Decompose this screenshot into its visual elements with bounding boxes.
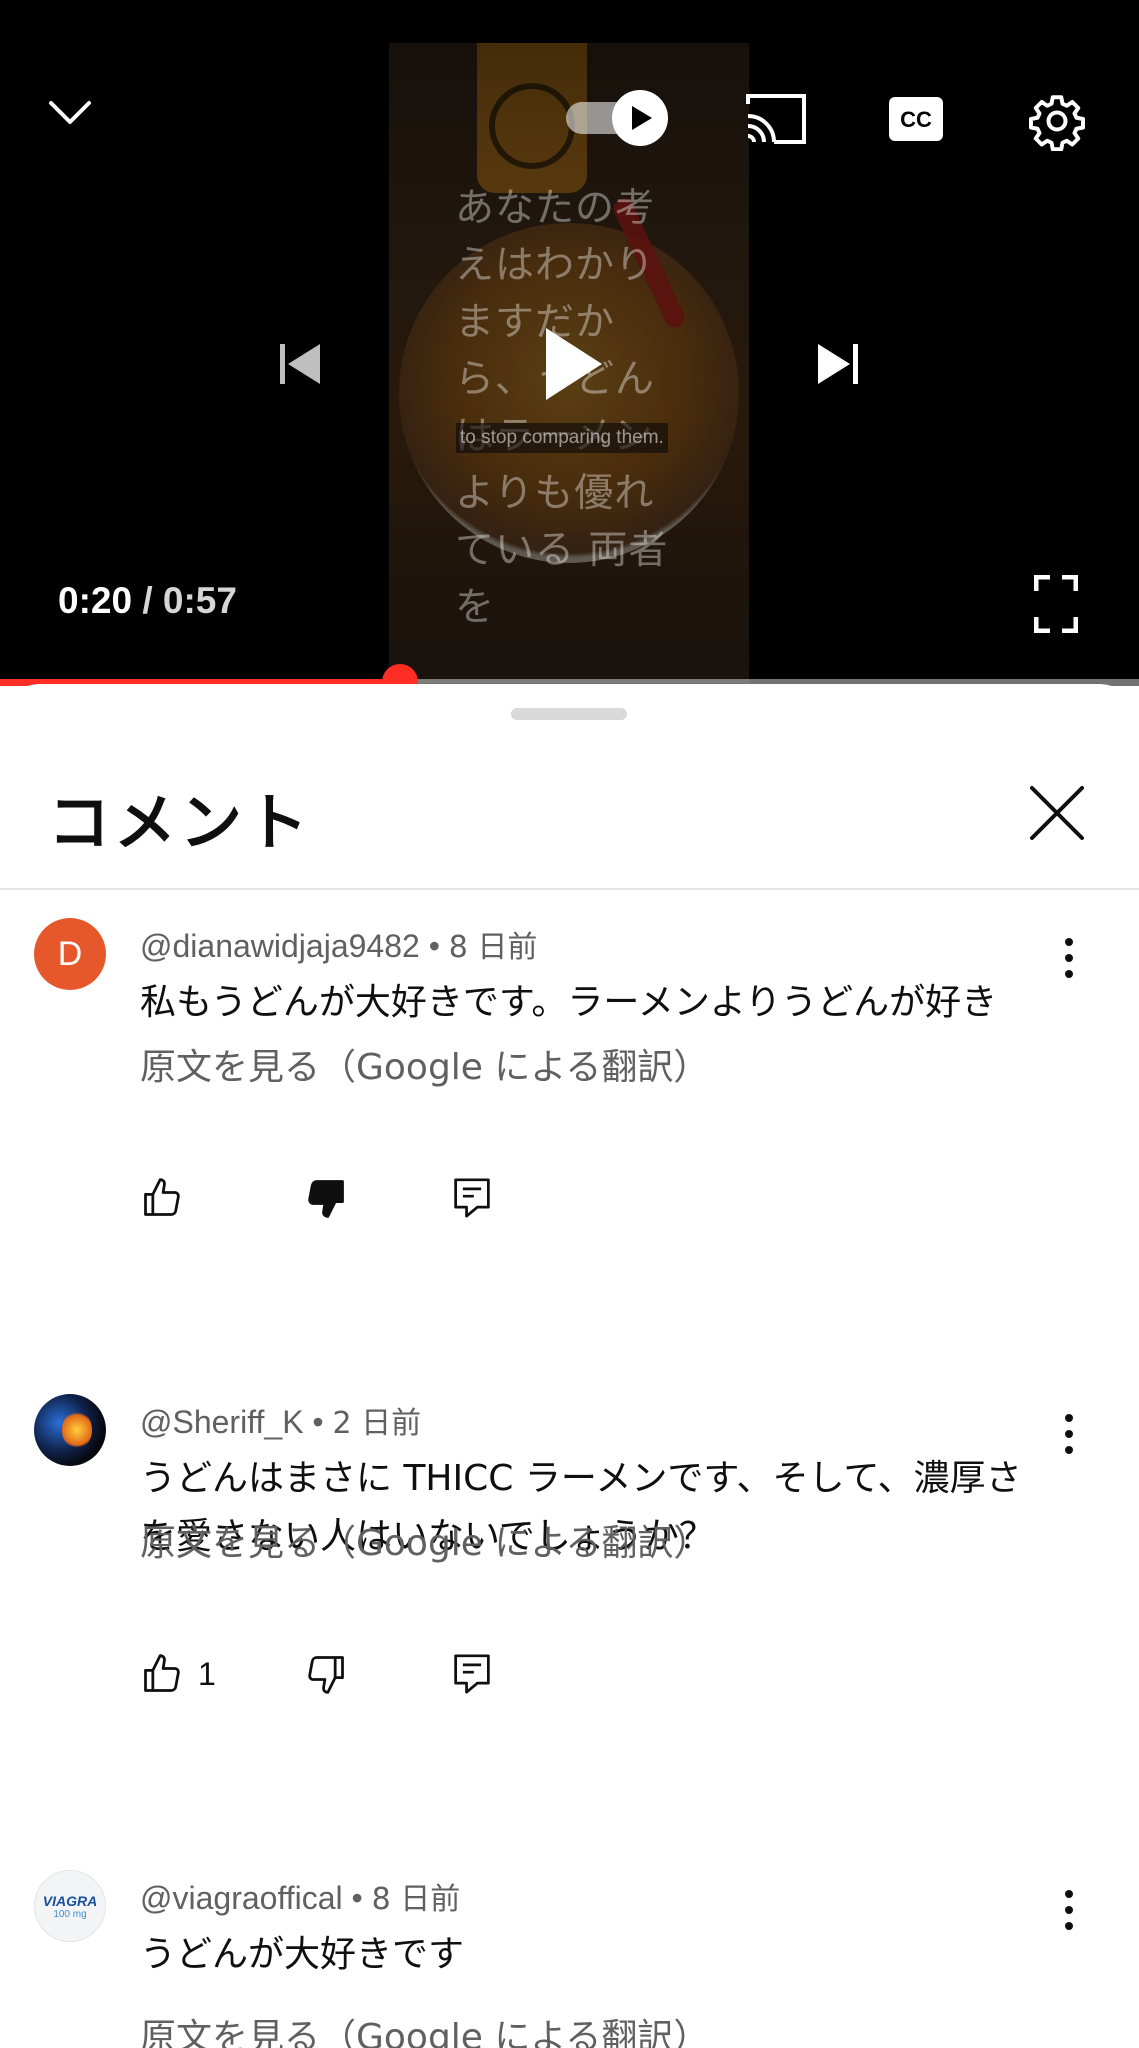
like-button[interactable]: 1 bbox=[140, 1650, 216, 1698]
meta-separator: • bbox=[428, 928, 440, 964]
previous-video-icon[interactable] bbox=[270, 334, 330, 394]
minimize-chevron-down-icon[interactable] bbox=[40, 88, 100, 138]
like-button[interactable] bbox=[140, 1174, 198, 1222]
dislike-button[interactable] bbox=[304, 1650, 348, 1698]
current-time: 0:20 bbox=[58, 580, 133, 621]
svg-text:CC: CC bbox=[900, 107, 932, 132]
comment-author[interactable]: @Sheriff_K bbox=[140, 1404, 304, 1440]
comments-sheet: コメント D @dianawidjaja9482 • 8 日前 私もうどんが大好… bbox=[0, 684, 1139, 2048]
closed-captions-icon[interactable]: CC bbox=[886, 94, 946, 144]
next-video-icon[interactable] bbox=[808, 334, 868, 394]
see-original-link[interactable]: 原文を見る（Google による翻訳） bbox=[140, 1038, 709, 1090]
video-player[interactable]: あなたの考えはわかりますだから、うどんはラーメンよりも優れている 両者を to … bbox=[0, 0, 1139, 686]
see-original-link[interactable]: 原文を見る（Google による翻訳） bbox=[140, 1514, 709, 1566]
avatar[interactable] bbox=[34, 1394, 106, 1466]
dislike-button[interactable] bbox=[304, 1174, 348, 1222]
fullscreen-icon[interactable] bbox=[1030, 572, 1082, 636]
avatar-brand-text: VIAGRA bbox=[42, 1892, 98, 1909]
reply-button[interactable] bbox=[452, 1650, 492, 1698]
autoplay-toggle[interactable] bbox=[564, 88, 674, 148]
avatar[interactable]: D bbox=[34, 918, 106, 990]
header-divider bbox=[0, 888, 1139, 890]
panel-title: コメント bbox=[48, 786, 313, 859]
comment-author[interactable]: @viagraoffical bbox=[140, 1880, 343, 1916]
meta-separator: • bbox=[312, 1404, 324, 1440]
comment-text: 私もうどんが大好きです。ラーメンよりうどんが好き bbox=[140, 982, 998, 1023]
comment-meta: @dianawidjaja9482 • 8 日前 bbox=[140, 922, 537, 966]
more-options-icon[interactable] bbox=[1054, 1404, 1084, 1464]
caption-english: to stop comparing them. bbox=[456, 423, 668, 453]
comment-actions: 1 bbox=[140, 1650, 540, 1698]
comment-meta: @viagraoffical • 8 日前 bbox=[140, 1874, 460, 1918]
see-original-link[interactable]: 原文を見る（Google による翻訳） bbox=[140, 2008, 709, 2048]
comment-age: 8 日前 bbox=[448, 930, 538, 965]
playback-time: 0:20 / 0:57 bbox=[58, 580, 237, 622]
reply-button[interactable] bbox=[452, 1174, 492, 1222]
cast-icon[interactable] bbox=[744, 92, 808, 146]
comment-text: うどんが大好きです bbox=[140, 1934, 465, 1975]
play-icon[interactable] bbox=[534, 318, 614, 410]
drag-handle[interactable] bbox=[511, 708, 627, 720]
meta-separator: • bbox=[351, 1880, 363, 1916]
avatar[interactable]: VIAGRA 100 mg bbox=[34, 1870, 106, 1942]
total-duration: 0:57 bbox=[162, 580, 237, 621]
settings-gear-icon[interactable] bbox=[1024, 88, 1090, 154]
comment-meta: @Sheriff_K • 2 日前 bbox=[140, 1398, 421, 1442]
avatar-dose-text: 100 mg bbox=[53, 1908, 87, 1920]
close-icon[interactable] bbox=[1026, 782, 1088, 844]
comment-age: 8 日前 bbox=[371, 1882, 461, 1917]
comment-actions bbox=[140, 1174, 540, 1222]
more-options-icon[interactable] bbox=[1054, 1880, 1084, 1940]
comment-age: 2 日前 bbox=[332, 1406, 422, 1441]
time-separator: / bbox=[142, 580, 153, 621]
comment-author[interactable]: @dianawidjaja9482 bbox=[140, 928, 420, 964]
like-count: 1 bbox=[198, 1655, 216, 1692]
more-options-icon[interactable] bbox=[1054, 928, 1084, 988]
